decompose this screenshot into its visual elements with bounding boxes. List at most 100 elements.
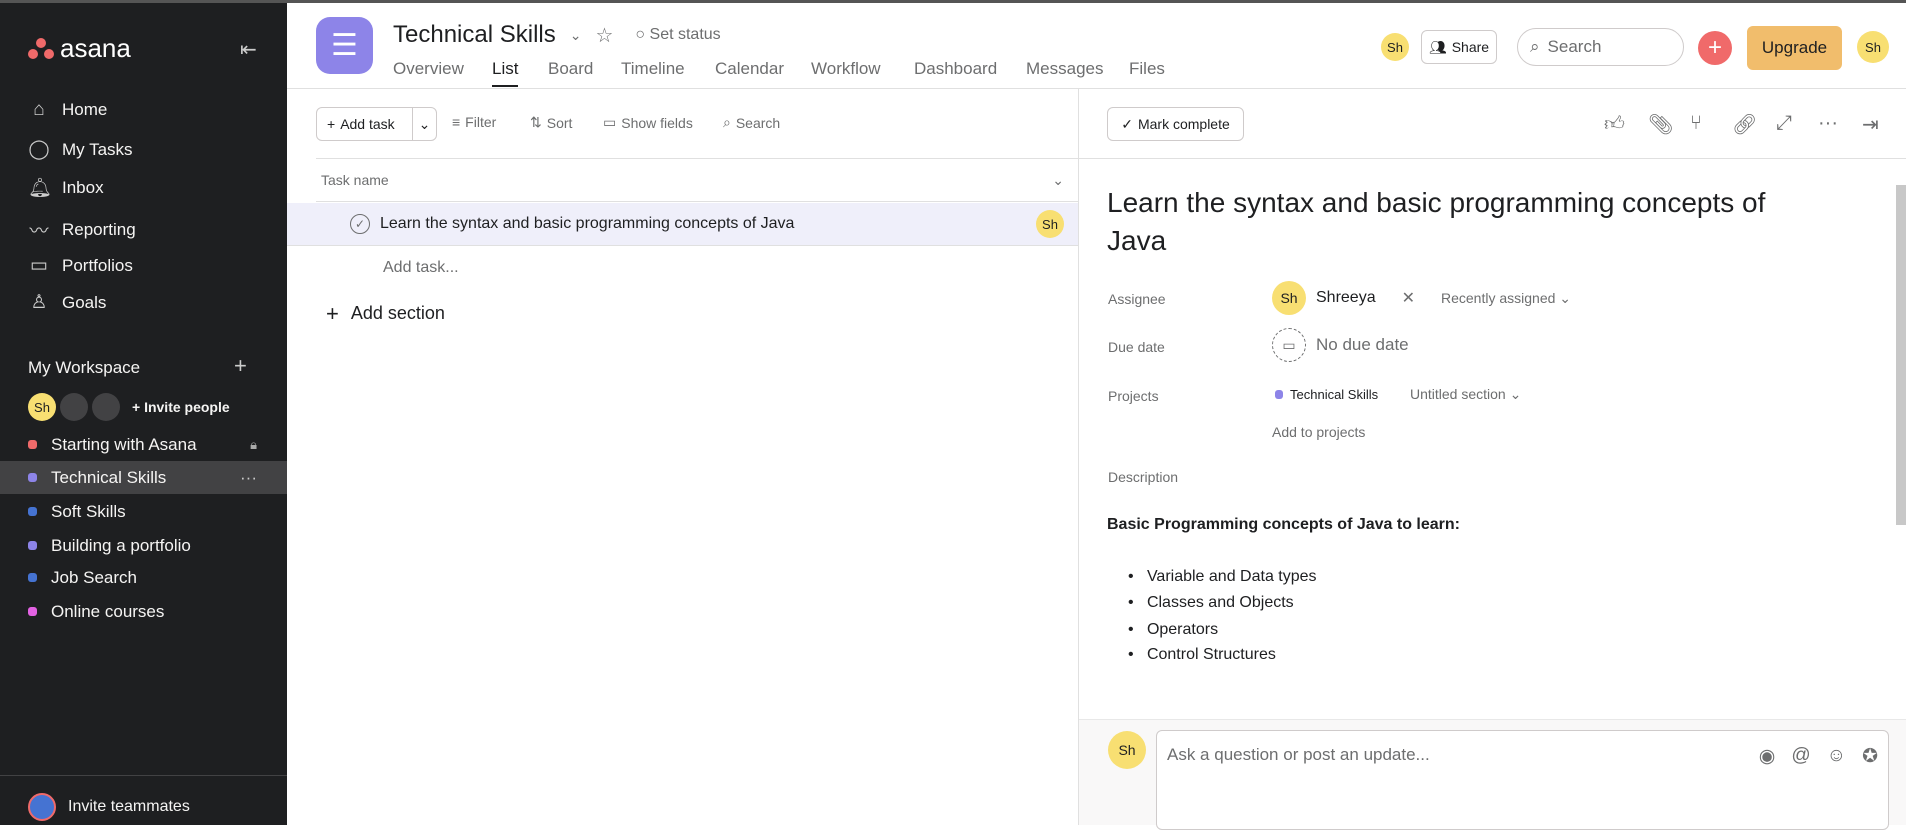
label: Untitled section <box>1410 386 1506 402</box>
logo-text: asana <box>60 33 131 63</box>
description-bullet[interactable]: • Operators <box>1128 621 1218 639</box>
label: Portfolios <box>62 255 133 275</box>
record-icon[interactable]: ◉ <box>1759 745 1776 815</box>
sidebar-project[interactable]: Job Search <box>0 561 287 594</box>
tab-timeline[interactable]: Timeline <box>621 59 685 79</box>
expand-icon[interactable]: ⤢ <box>1776 112 1792 135</box>
chevron-down-icon[interactable]: ⌄ <box>1052 172 1064 189</box>
project-color-dot <box>28 541 37 550</box>
search-button[interactable]: ⌕ Search <box>723 114 780 131</box>
search-input[interactable]: ⌕ Search <box>1517 28 1684 66</box>
label: Search <box>735 114 781 131</box>
sidebar-item-goals[interactable]: ♙ Goals <box>28 291 106 314</box>
add-section-button[interactable]: + Add section <box>326 303 445 325</box>
like-icon[interactable]: 👍︎ <box>1604 112 1625 136</box>
more-icon[interactable]: ··· <box>240 468 257 488</box>
tab-board[interactable]: Board <box>548 59 593 79</box>
mark-complete-button[interactable]: ✓ Mark complete <box>1107 107 1244 141</box>
label: Starting with Asana <box>51 434 197 454</box>
set-status-button[interactable]: ○ Set status <box>635 26 720 44</box>
invite-people-button[interactable]: + Invite people <box>132 399 230 415</box>
link-icon[interactable]: 🔗︎ <box>1732 112 1757 137</box>
star-icon[interactable]: ☆ <box>595 23 613 48</box>
chevron-down-icon[interactable]: ⌄ <box>412 108 436 140</box>
label: Operators <box>1146 621 1219 638</box>
task-name[interactable]: Learn the syntax and basic programming c… <box>380 215 794 233</box>
invite-icon <box>28 793 56 821</box>
share-button[interactable]: 👥︎ Share <box>1421 30 1497 64</box>
filter-button[interactable]: ≡ Filter <box>452 114 496 130</box>
label: Building a portfolio <box>51 535 191 555</box>
project-color-dot <box>28 473 37 482</box>
table-row[interactable]: ✓ Learn the syntax and basic programming… <box>287 203 1078 246</box>
comment-input[interactable]: Ask a question or post an update... ◉ @ … <box>1156 730 1889 830</box>
section-dropdown[interactable]: Untitled section ⌄ <box>1410 386 1521 403</box>
star-icon[interactable]: ✪ <box>1862 745 1878 815</box>
more-icon[interactable]: ··· <box>1818 112 1838 135</box>
column-task-name[interactable]: Task name <box>321 172 389 188</box>
recently-assigned-dropdown[interactable]: Recently assigned ⌄ <box>1441 290 1571 307</box>
description-heading[interactable]: Basic Programming concepts of Java to le… <box>1107 516 1460 534</box>
attachment-icon[interactable]: 📎︎ <box>1648 112 1673 137</box>
description-label: Description <box>1108 469 1179 485</box>
asana-logo[interactable]: asana <box>28 33 131 64</box>
sidebar-project[interactable]: Building a portfolio <box>0 529 287 562</box>
tab-list[interactable]: List <box>492 59 519 87</box>
due-date-field[interactable]: ▭ No due date <box>1272 328 1409 362</box>
sidebar-project[interactable]: Technical Skills ··· <box>0 461 287 494</box>
sidebar-project[interactable]: Online courses <box>0 595 287 628</box>
label: Recently assigned <box>1441 289 1556 306</box>
add-task-button[interactable]: + Add task ⌄ <box>316 107 437 141</box>
label: Reporting <box>62 219 136 239</box>
collapse-sidebar-icon[interactable]: ⇤ <box>240 37 257 62</box>
task-title[interactable]: Learn the syntax and basic programming c… <box>1107 184 1827 260</box>
sort-button[interactable]: ⇅ Sort <box>530 114 572 131</box>
workspace-heading[interactable]: My Workspace <box>28 358 140 378</box>
add-to-projects-button[interactable]: Add to projects <box>1272 424 1365 440</box>
chevron-down-icon[interactable]: ⌄ <box>570 27 582 44</box>
home-icon: ⌂ <box>33 99 45 120</box>
add-task-inline[interactable]: Add task... <box>383 259 459 277</box>
create-button[interactable]: + <box>1698 31 1732 65</box>
mention-icon[interactable]: @ <box>1791 745 1810 815</box>
sidebar-project[interactable]: Soft Skills <box>0 495 287 528</box>
user-avatar[interactable]: Sh <box>1857 31 1889 63</box>
upgrade-button[interactable]: Upgrade <box>1747 26 1842 70</box>
invite-teammates-button[interactable]: Invite teammates <box>28 793 190 821</box>
subtask-icon[interactable]: ⑂ <box>1690 112 1702 135</box>
remove-assignee-icon[interactable]: ✕ <box>1402 288 1415 308</box>
close-pane-icon[interactable]: ⇥ <box>1862 112 1879 137</box>
assignee-avatar[interactable]: Sh <box>1036 210 1064 238</box>
sidebar-item-inbox[interactable]: 🔔︎ Inbox <box>28 176 104 200</box>
emoji-icon[interactable]: ☺ <box>1827 745 1846 815</box>
avatar[interactable]: Sh <box>28 393 56 421</box>
complete-check-icon[interactable]: ✓ <box>350 214 370 234</box>
label: Job Search <box>51 567 137 587</box>
projects-label: Projects <box>1108 388 1159 404</box>
description-bullet[interactable]: • Classes and Objects <box>1128 594 1294 612</box>
description-bullet[interactable]: • Variable and Data types <box>1128 568 1317 586</box>
tab-messages[interactable]: Messages <box>1026 59 1103 79</box>
project-tag[interactable]: Technical Skills <box>1275 387 1378 402</box>
calendar-icon: ▭ <box>1272 328 1306 362</box>
tab-overview[interactable]: Overview <box>393 59 464 79</box>
tab-workflow[interactable]: Workflow <box>811 59 881 79</box>
label: Home <box>62 100 108 119</box>
project-title[interactable]: Technical Skills <box>393 21 556 49</box>
show-fields-button[interactable]: ▭ Show fields <box>603 114 693 131</box>
add-project-icon[interactable]: + <box>234 353 247 379</box>
sidebar-project[interactable]: Starting with Asana 🔒︎ <box>0 428 287 461</box>
sidebar-item-home[interactable]: ⌂ Home <box>28 99 107 121</box>
sidebar-item-my-tasks[interactable]: ◯ My Tasks <box>28 138 132 161</box>
description-bullet[interactable]: • Control Structures <box>1128 646 1276 664</box>
assignee-field[interactable]: Sh Shreeya ✕ Recently assigned ⌄ <box>1272 281 1571 315</box>
project-color-dot <box>28 507 37 516</box>
member-avatar[interactable]: Sh <box>1381 33 1409 61</box>
tab-calendar[interactable]: Calendar <box>715 59 784 79</box>
sidebar-item-portfolios[interactable]: ▭ Portfolios <box>28 254 133 277</box>
tab-files[interactable]: Files <box>1129 59 1165 79</box>
scrollbar[interactable] <box>1896 185 1906 525</box>
sidebar-item-reporting[interactable]: 〰 Reporting <box>28 216 136 243</box>
tab-dashboard[interactable]: Dashboard <box>914 59 997 79</box>
list-project-icon: ☰ <box>316 17 373 74</box>
